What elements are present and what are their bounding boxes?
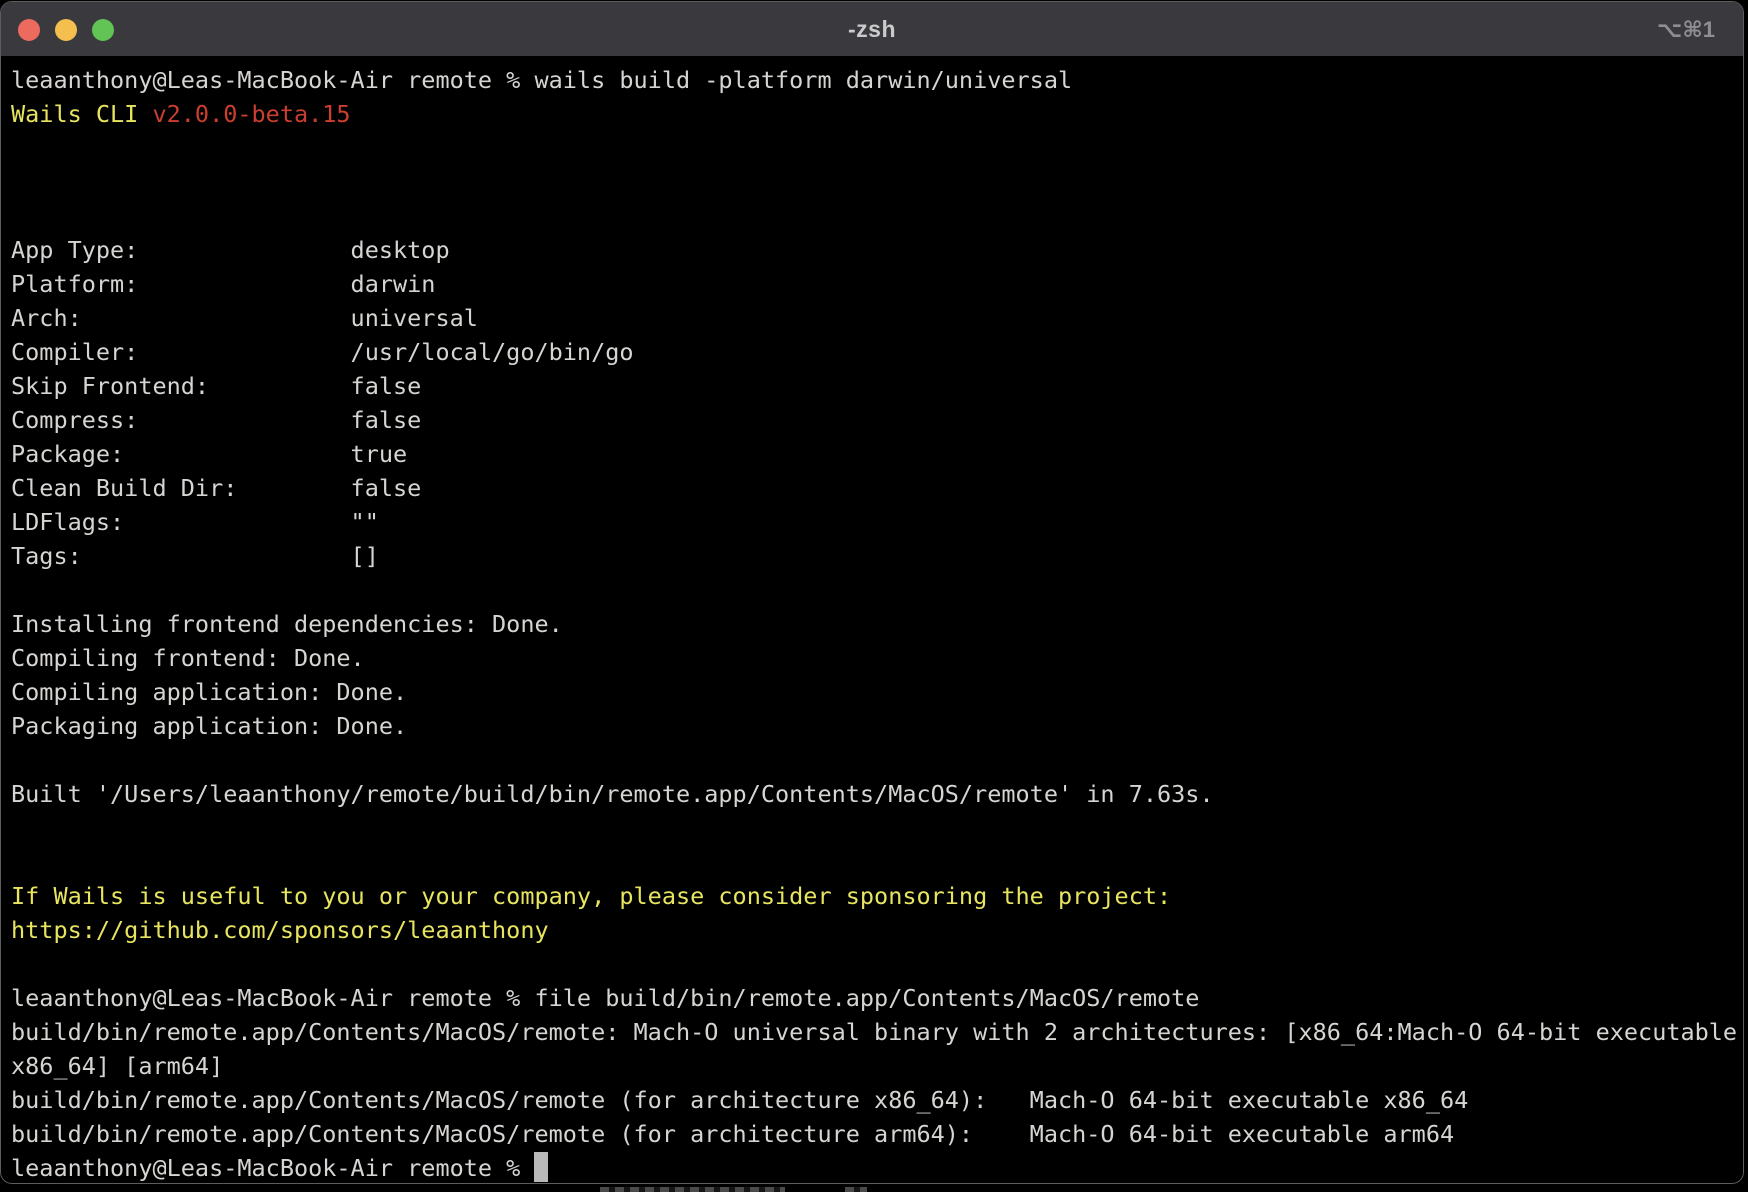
- terminal-text-segment: App Type: desktop: [11, 236, 450, 264]
- sponsor-message-line: If Wails is useful to you or your compan…: [11, 879, 1743, 913]
- terminal-text-segment: Built '/Users/leaanthony/remote/build/bi…: [11, 780, 1214, 808]
- config-line: Compiler: /usr/local/go/bin/go: [11, 335, 1743, 369]
- terminal-text-segment: leaanthony@Leas-MacBook-Air remote % wai…: [11, 66, 1072, 94]
- progress-line: Compiling frontend: Done.: [11, 641, 1743, 675]
- background-window-text-sliver: [845, 1187, 867, 1192]
- terminal-line: [11, 947, 1743, 981]
- terminal-line: [11, 743, 1743, 777]
- terminal-text-segment: Arch: universal: [11, 304, 478, 332]
- config-line: App Type: desktop: [11, 233, 1743, 267]
- config-line: Arch: universal: [11, 301, 1743, 335]
- terminal-text-segment: leaanthony@Leas-MacBook-Air remote % fil…: [11, 984, 1199, 1012]
- terminal-line: [11, 811, 1743, 845]
- terminal-text-segment: Compiling frontend: Done.: [11, 644, 365, 672]
- prompt-line: leaanthony@Leas-MacBook-Air remote %: [11, 1151, 1743, 1184]
- terminal-text-segment: leaanthony@Leas-MacBook-Air remote %: [11, 1154, 534, 1182]
- terminal-output[interactable]: leaanthony@Leas-MacBook-Air remote % wai…: [1, 56, 1743, 1183]
- tab-shortcut-badge: ⌥⌘1: [1657, 2, 1715, 56]
- terminal-text-segment: Clean Build Dir: false: [11, 474, 421, 502]
- terminal-text-segment: build/bin/remote.app/Contents/MacOS/remo…: [11, 1120, 1454, 1148]
- file-output-line: build/bin/remote.app/Contents/MacOS/remo…: [11, 1083, 1743, 1117]
- terminal-lines: leaanthony@Leas-MacBook-Air remote % wai…: [11, 63, 1743, 1184]
- terminal-text-segment: If Wails is useful to you or your compan…: [11, 882, 1171, 910]
- terminal-line: [11, 573, 1743, 607]
- screen: -zsh ⌥⌘1 leaanthony@Leas-MacBook-Air rem…: [0, 0, 1748, 1192]
- config-line: Skip Frontend: false: [11, 369, 1743, 403]
- terminal-text-segment: Tags: []: [11, 542, 379, 570]
- terminal-cursor: [534, 1152, 548, 1182]
- terminal-text-segment: build/bin/remote.app/Contents/MacOS/remo…: [11, 1086, 1468, 1114]
- terminal-text-segment: Platform: darwin: [11, 270, 435, 298]
- terminal-text-segment: Skip Frontend: false: [11, 372, 421, 400]
- terminal-text-segment: LDFlags: "": [11, 508, 379, 536]
- progress-line: Compiling application: Done.: [11, 675, 1743, 709]
- progress-line: Packaging application: Done.: [11, 709, 1743, 743]
- terminal-line: [11, 165, 1743, 199]
- file-output-line: build/bin/remote.app/Contents/MacOS/remo…: [11, 1015, 1743, 1049]
- background-window-text-sliver: [600, 1187, 785, 1192]
- terminal-text-segment: v2.0.0-beta.15: [152, 100, 350, 128]
- build-result-line: Built '/Users/leaanthony/remote/build/bi…: [11, 777, 1743, 811]
- terminal-line: [11, 199, 1743, 233]
- terminal-line: [11, 845, 1743, 879]
- terminal-text-segment: build/bin/remote.app/Contents/MacOS/remo…: [11, 1018, 1737, 1046]
- terminal-line: [11, 131, 1743, 165]
- terminal-text-segment: Package: true: [11, 440, 407, 468]
- sponsor-url-line: https://github.com/sponsors/leaanthony: [11, 913, 1743, 947]
- file-output-line: build/bin/remote.app/Contents/MacOS/remo…: [11, 1117, 1743, 1151]
- terminal-text-segment: Compress: false: [11, 406, 421, 434]
- sponsor-url[interactable]: https://github.com/sponsors/leaanthony: [11, 916, 549, 944]
- config-line: Platform: darwin: [11, 267, 1743, 301]
- prompt-line: leaanthony@Leas-MacBook-Air remote % fil…: [11, 981, 1743, 1015]
- version-line: Wails CLI v2.0.0-beta.15: [11, 97, 1743, 131]
- titlebar[interactable]: -zsh ⌥⌘1: [1, 2, 1743, 56]
- config-line: Clean Build Dir: false: [11, 471, 1743, 505]
- config-line: Compress: false: [11, 403, 1743, 437]
- progress-line: Installing frontend dependencies: Done.: [11, 607, 1743, 641]
- terminal-text-segment: Wails CLI: [11, 100, 152, 128]
- config-line: Tags: []: [11, 539, 1743, 573]
- terminal-text-segment: Installing frontend dependencies: Done.: [11, 610, 563, 638]
- terminal-text-segment: Compiling application: Done.: [11, 678, 407, 706]
- config-line: LDFlags: "": [11, 505, 1743, 539]
- prompt-line: leaanthony@Leas-MacBook-Air remote % wai…: [11, 63, 1743, 97]
- terminal-window: -zsh ⌥⌘1 leaanthony@Leas-MacBook-Air rem…: [0, 1, 1744, 1184]
- config-line: Package: true: [11, 437, 1743, 471]
- terminal-text-segment: Packaging application: Done.: [11, 712, 407, 740]
- file-output-line: x86_64] [arm64]: [11, 1049, 1743, 1083]
- terminal-text-segment: x86_64] [arm64]: [11, 1052, 223, 1080]
- terminal-text-segment: Compiler: /usr/local/go/bin/go: [11, 338, 634, 366]
- window-title: -zsh: [1, 2, 1743, 56]
